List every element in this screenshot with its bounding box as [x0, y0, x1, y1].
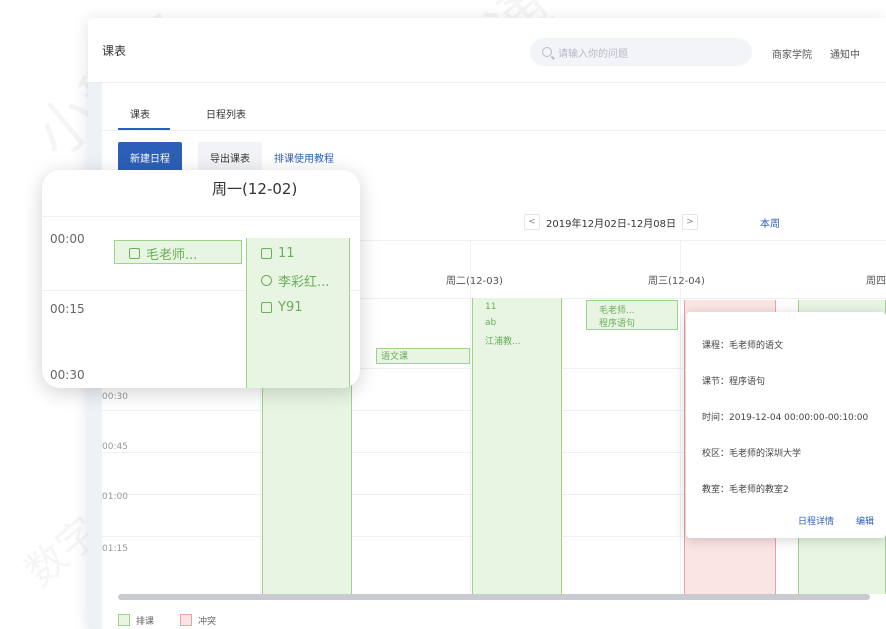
- event-label: 语文课: [381, 352, 409, 362]
- schedule-detail-link[interactable]: 日程详情: [798, 514, 834, 527]
- event-wed-teacher[interactable]: 毛老师... 程序语句: [586, 300, 678, 330]
- course-icon: [261, 248, 272, 259]
- teacher-icon: [261, 275, 272, 286]
- search-icon: [542, 47, 552, 57]
- search-placeholder: 请输入你的问题: [558, 48, 628, 60]
- time-label: 01:00: [102, 492, 128, 502]
- popover-lesson: 课节：程序语句: [702, 377, 766, 387]
- legend-scheduled-swatch: [118, 614, 130, 626]
- notification-center-link[interactable]: 通知中: [830, 46, 860, 61]
- event-teacher: 毛老师...: [599, 306, 635, 316]
- edit-link[interactable]: 编辑: [856, 514, 874, 527]
- zoom-event-teacher[interactable]: 毛老师...: [114, 240, 242, 264]
- tab-schedule[interactable]: 课表: [130, 106, 150, 121]
- popover-course: 课程：毛老师的语文: [702, 341, 784, 351]
- course-icon: [129, 248, 140, 259]
- event-lesson: 程序语句: [599, 319, 636, 329]
- zoom-time-label: 00:00: [50, 232, 85, 246]
- event-tue-course[interactable]: 11 ab 江浦教...: [472, 298, 562, 594]
- zoom-teacher-label: 毛老师...: [146, 248, 198, 263]
- time-label: 00:30: [102, 392, 128, 402]
- tab-schedule-list[interactable]: 日程列表: [206, 106, 246, 121]
- event-teacher: ab: [485, 318, 497, 328]
- time-label: 01:15: [102, 544, 128, 554]
- new-schedule-button[interactable]: 新建日程: [118, 142, 182, 172]
- page-title: 课表: [102, 44, 127, 58]
- export-schedule-button[interactable]: 导出课表: [198, 142, 262, 172]
- merchant-academy-link[interactable]: 商家学院: [772, 46, 812, 61]
- tab-divider: [102, 130, 886, 131]
- zoom-room-label: Y91: [278, 300, 303, 315]
- zoom-day-header: 周一(12-02): [212, 180, 298, 198]
- classroom-icon: [261, 302, 272, 313]
- event-room: 江浦教...: [485, 337, 521, 347]
- day-header-thu: 周四: [866, 276, 886, 287]
- zoom-event-course[interactable]: 11 李彩红... Y91: [246, 238, 350, 388]
- popover-campus: 校区：毛老师的深圳大学: [702, 449, 802, 459]
- time-label: 00:45: [102, 442, 128, 452]
- grid-col-line: [470, 240, 471, 594]
- next-week-button[interactable]: >: [681, 214, 698, 230]
- event-tue-language[interactable]: 语文课: [376, 348, 470, 364]
- horizontal-scrollbar[interactable]: [118, 594, 870, 600]
- this-week-button[interactable]: 本周: [760, 215, 780, 230]
- zoom-time-label: 00:30: [50, 368, 85, 382]
- day-header-wed: 周三(12-04): [648, 276, 705, 287]
- grid-col-line: [680, 240, 681, 594]
- prev-week-button[interactable]: <: [524, 214, 540, 230]
- event-course: 11: [485, 302, 497, 312]
- header-divider: [88, 82, 886, 83]
- legend-scheduled-label: 排课: [136, 617, 155, 627]
- week-range-label: 2019年12月02日-12月08日: [546, 218, 676, 230]
- popover-time: 时间：2019-12-04 00:00:00-00:10:00: [702, 413, 869, 423]
- search-input[interactable]: 请输入你的问题: [530, 38, 752, 66]
- zoom-grid-line: [42, 216, 360, 217]
- popover-classroom: 教室：毛老师的教室2: [702, 485, 789, 495]
- zoom-magnifier-overlay: 周一(12-02) 00:00 00:15 00:30 毛老师... 11 李彩…: [42, 170, 360, 388]
- legend-conflict-swatch: [180, 614, 192, 626]
- legend-conflict-label: 冲突: [198, 617, 217, 627]
- event-detail-popover: 课程：毛老师的语文 课节：程序语句 时间：2019-12-04 00:00:00…: [686, 312, 886, 538]
- scheduling-tutorial-link[interactable]: 排课使用教程: [274, 150, 334, 165]
- zoom-time-label: 00:15: [50, 302, 85, 316]
- week-navigator: < 2019年12月02日-12月08日 >: [524, 214, 698, 230]
- zoom-teacher2-label: 李彩红...: [278, 275, 330, 290]
- day-header-tue: 周二(12-03): [446, 276, 503, 287]
- zoom-course-label: 11: [278, 246, 295, 261]
